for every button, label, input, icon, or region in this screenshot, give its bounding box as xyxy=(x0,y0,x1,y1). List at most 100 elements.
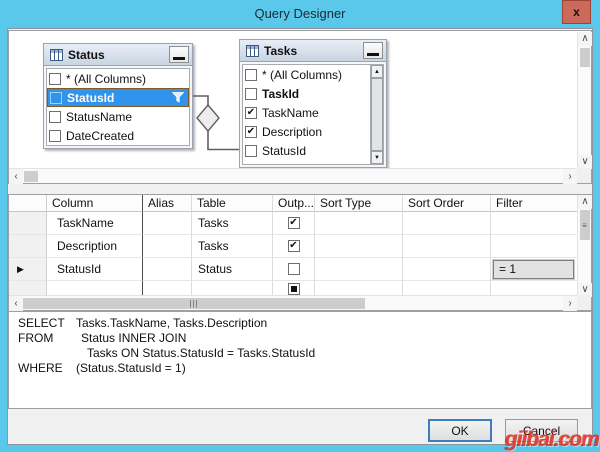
column-checkbox[interactable] xyxy=(49,73,61,85)
cell-column[interactable]: TaskName xyxy=(47,212,143,235)
sql-keyword xyxy=(18,346,76,361)
scrollbar-thumb[interactable]: ≡ xyxy=(580,210,590,240)
grid-row: Description Tasks xyxy=(9,235,577,258)
scroll-down-icon[interactable]: ▼ xyxy=(371,151,383,164)
output-checkbox[interactable] xyxy=(288,263,300,275)
current-row-marker-icon: ▶ xyxy=(17,264,24,275)
scrollbar-thumb[interactable] xyxy=(24,171,38,182)
row-selector[interactable]: ▶ xyxy=(9,258,47,281)
cell-table[interactable]: Tasks xyxy=(192,212,273,235)
cell-table[interactable]: Status xyxy=(192,258,273,281)
column-checkbox[interactable] xyxy=(245,88,257,100)
column-label: StatusId xyxy=(67,91,114,105)
grid-header-output: Outp... xyxy=(273,195,315,212)
scrollbar-corner xyxy=(577,295,591,310)
cell-alias[interactable] xyxy=(143,212,192,235)
column-label: StatusName xyxy=(66,110,132,124)
diagram-vertical-scrollbar[interactable]: ∧ ∨ xyxy=(577,32,591,169)
sql-keyword: SELECT xyxy=(18,316,76,331)
scroll-up-icon[interactable]: ▲ xyxy=(371,65,383,78)
column-item[interactable]: Description xyxy=(243,122,383,141)
column-checkbox[interactable] xyxy=(245,126,257,138)
cell-column[interactable]: StatusId xyxy=(47,258,143,281)
output-checkbox[interactable] xyxy=(288,240,300,252)
cell-sort-order[interactable] xyxy=(403,235,491,258)
criteria-grid-pane: Column Alias Table Outp... Sort Type Sor… xyxy=(8,194,592,311)
minimize-button[interactable] xyxy=(169,46,189,63)
close-button[interactable]: x xyxy=(562,0,591,24)
column-item[interactable]: * (All Columns) xyxy=(243,65,383,84)
output-checkbox[interactable] xyxy=(288,217,300,229)
tasks-box-header[interactable]: Tasks xyxy=(240,40,386,62)
column-label: TaskName xyxy=(262,106,319,120)
row-selector[interactable] xyxy=(9,235,47,258)
row-selector[interactable] xyxy=(9,212,47,235)
window-title: Query Designer xyxy=(0,6,600,21)
cell-alias[interactable] xyxy=(143,281,192,295)
table-icon xyxy=(246,45,259,57)
scroll-right-icon[interactable]: › xyxy=(563,296,577,311)
column-checkbox[interactable] xyxy=(245,145,257,157)
column-checkbox[interactable] xyxy=(245,107,257,119)
titlebar[interactable]: Query Designer x xyxy=(0,0,600,28)
sql-text: Tasks.TaskName, Tasks.Description xyxy=(76,316,267,331)
cell-filter[interactable] xyxy=(491,281,577,295)
column-item[interactable]: TaskId xyxy=(243,84,383,103)
filter-value-input[interactable]: = 1 xyxy=(493,260,574,279)
scrollbar-thumb[interactable]: ||| xyxy=(23,298,365,309)
cell-filter[interactable] xyxy=(491,212,577,235)
column-label: DateCreated xyxy=(66,129,134,143)
cell-column[interactable]: Description xyxy=(47,235,143,258)
cell-sort-type[interactable] xyxy=(315,235,403,258)
column-item[interactable]: * (All Columns) xyxy=(47,69,189,88)
scrollbar-thumb[interactable] xyxy=(580,48,590,67)
diagram-horizontal-scrollbar[interactable]: ‹ › xyxy=(9,168,577,183)
scroll-up-icon[interactable]: ∧ xyxy=(578,32,592,46)
output-checkbox[interactable] xyxy=(288,283,300,295)
column-label: TaskId xyxy=(262,87,299,101)
row-selector[interactable] xyxy=(9,281,47,295)
table-box-status: Status * (All Columns) StatusId xyxy=(43,43,193,149)
column-item[interactable]: StatusName xyxy=(47,107,189,126)
close-icon: x xyxy=(573,5,580,19)
cell-sort-type[interactable] xyxy=(315,281,403,295)
cell-table[interactable] xyxy=(192,281,273,295)
scroll-right-icon[interactable]: › xyxy=(563,169,577,184)
scroll-up-icon[interactable]: ∧ xyxy=(578,195,592,209)
scroll-down-icon[interactable]: ∨ xyxy=(578,155,592,169)
scrollbar-thumb[interactable] xyxy=(371,78,383,151)
column-checkbox[interactable] xyxy=(50,92,62,104)
ok-button[interactable]: OK xyxy=(428,419,492,442)
tasks-list-scrollbar[interactable]: ▲ ▼ xyxy=(370,65,383,164)
cell-column[interactable] xyxy=(47,281,143,295)
grid-vertical-scrollbar[interactable]: ∧ ≡ ∨ xyxy=(577,195,591,297)
query-designer-dialog: Query Designer x Status xyxy=(0,0,600,452)
watermark: giibai.com xyxy=(505,428,599,452)
scroll-left-icon[interactable]: ‹ xyxy=(9,169,23,184)
column-checkbox[interactable] xyxy=(245,69,257,81)
cell-sort-order[interactable] xyxy=(403,212,491,235)
cell-sort-type[interactable] xyxy=(315,212,403,235)
cell-filter[interactable] xyxy=(491,235,577,258)
sql-pane[interactable]: SELECT Tasks.TaskName, Tasks.Description… xyxy=(8,311,592,409)
inner-join-diamond-icon[interactable] xyxy=(197,105,219,131)
column-item[interactable]: DateCreated xyxy=(47,126,189,145)
status-column-list: * (All Columns) StatusId StatusName xyxy=(46,68,190,146)
column-label: StatusId xyxy=(262,144,306,158)
cell-sort-order[interactable] xyxy=(403,281,491,295)
sql-line: FROM Status INNER JOIN xyxy=(18,331,587,346)
scroll-left-icon[interactable]: ‹ xyxy=(9,296,23,311)
column-checkbox[interactable] xyxy=(49,130,61,142)
column-item[interactable]: TaskName xyxy=(243,103,383,122)
cell-table[interactable]: Tasks xyxy=(192,235,273,258)
column-checkbox[interactable] xyxy=(49,111,61,123)
column-item[interactable]: StatusId xyxy=(243,141,383,160)
cell-alias[interactable] xyxy=(143,258,192,281)
grid-horizontal-scrollbar[interactable]: ‹ ||| › xyxy=(9,295,577,310)
minimize-button[interactable] xyxy=(363,42,383,59)
cell-alias[interactable] xyxy=(143,235,192,258)
cell-sort-order[interactable] xyxy=(403,258,491,281)
cell-sort-type[interactable] xyxy=(315,258,403,281)
column-item[interactable]: StatusId xyxy=(47,88,189,107)
status-box-header[interactable]: Status xyxy=(44,44,192,66)
